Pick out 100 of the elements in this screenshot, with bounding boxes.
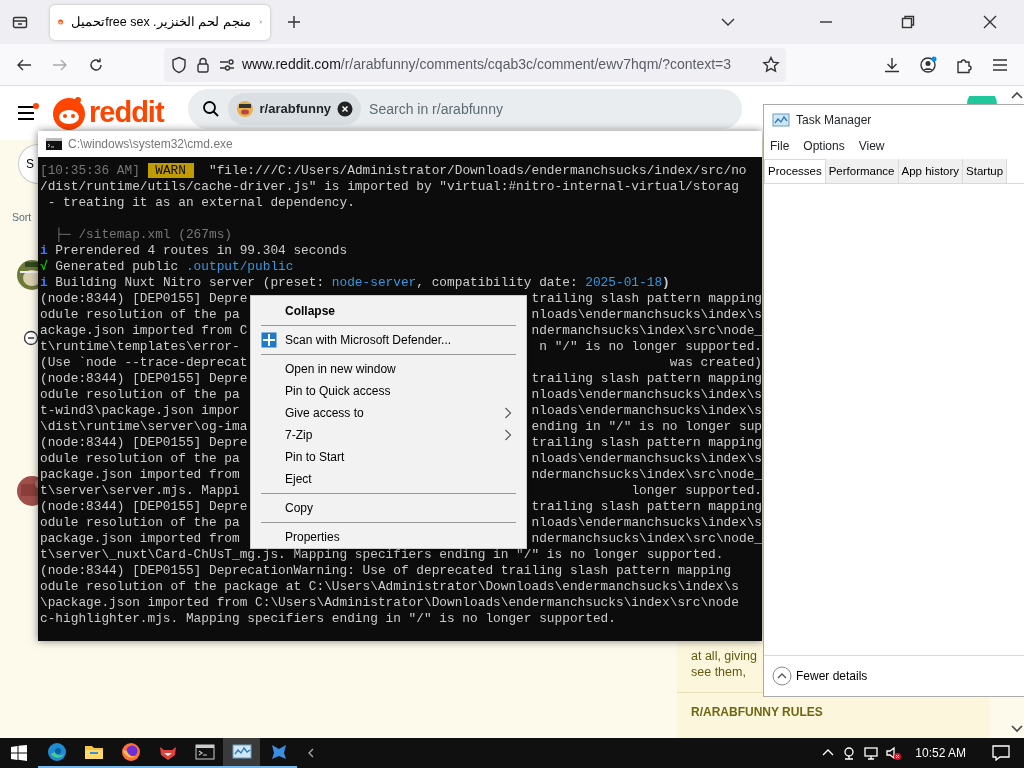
menu-item[interactable]: Eject	[253, 468, 524, 490]
menu-item[interactable]: Open in new window	[253, 358, 524, 380]
address-bar[interactable]: www.reddit.com/r/arabfunny/comments/cqab3c/comment/ewv7hqm/?context=3	[164, 47, 786, 82]
muted-speaker-icon[interactable]	[885, 745, 902, 761]
console-line: /dist/runtime/utils/cache-driver.js" is imported by "virtual:#nitro-internal-virtual/storag	[40, 179, 740, 195]
reload-icon[interactable]	[88, 56, 104, 73]
console-text: \dist\runtime\server\og-ima	[40, 419, 248, 435]
menu-item[interactable]: Scan with Microsoft Defender...	[253, 329, 524, 351]
console-line: \package.json imported from C:\Users\Administrator\Downloads\endermanchsucks\index\src\node	[40, 595, 740, 611]
console-text: t\runtime\templates\error-	[40, 339, 240, 355]
sidebar-text: at all, giving	[691, 648, 757, 664]
menu-item[interactable]: Copy	[253, 497, 524, 519]
account-icon[interactable]	[919, 55, 937, 74]
window-title: C:\windows\system32\cmd.exe	[68, 136, 233, 153]
console-text: longer supported.	[631, 483, 762, 499]
console-line: √ Generated public .output/public	[40, 259, 295, 275]
circle-button[interactable]: S	[18, 144, 38, 184]
search-placeholder: Search in r/arabfunny	[369, 99, 503, 119]
console-line: t\server\_nuxt\Card-ChUsT_mg.js. Mapping specifiers ending in "/" is no longer supported.	[40, 547, 725, 563]
network-icon[interactable]	[863, 745, 880, 761]
console-line: c-highlighter.mjs. Mapping specifiers ending in "/" is no longer supported.	[40, 611, 617, 627]
scroll-down-icon[interactable]	[1010, 724, 1024, 734]
sidebar-text: see them,	[691, 664, 746, 680]
menu-item[interactable]: Options	[803, 137, 845, 155]
menu-item[interactable]: Give access to	[253, 402, 524, 424]
console-text: odule resolution of the pa	[40, 307, 240, 323]
window-title: Task Manager	[796, 112, 872, 129]
search-icon	[201, 100, 220, 118]
collapse-icon[interactable]	[23, 329, 39, 346]
console-text: nloads\endermanchsucks\index\s	[531, 307, 762, 323]
subreddit-avatar-icon	[235, 100, 254, 118]
task-manager-icon	[231, 742, 252, 762]
rules-heading[interactable]: R/ARABFUNNY RULES	[691, 705, 823, 719]
chevron-right-icon	[504, 429, 512, 441]
console-line: (node:8344) [DEP0155] DeprecationWarning: Use of deprecated trailing slash pattern mapping	[40, 563, 733, 579]
browser-tab[interactable]: منجم لحم الخنزير. free sexتحميل	[50, 4, 270, 40]
console-text: ndermanchsucks\index\src\node_	[531, 531, 762, 547]
restore-icon[interactable]	[901, 15, 915, 29]
reddit-logo-icon[interactable]	[52, 95, 86, 131]
console-text: n "/" is no longer supported.	[539, 339, 762, 355]
console-text: nloads\endermanchsucks\index\s	[531, 451, 762, 467]
scroll-up-icon[interactable]	[1010, 90, 1024, 100]
download-icon[interactable]	[883, 55, 901, 74]
fewer-details-button[interactable]: Fewer details	[772, 666, 868, 686]
console-text: nloads\endermanchsucks\index\s	[531, 403, 762, 419]
new-tab-icon[interactable]	[287, 15, 301, 29]
menu-item[interactable]: View	[858, 137, 885, 155]
console-text: ndermanchsucks\index\src\node_	[531, 323, 762, 339]
notification-icon[interactable]	[992, 745, 1010, 761]
console-text: trailing slash pattern mapping	[531, 371, 762, 387]
menu-item[interactable]: Pin to Quick access	[253, 380, 524, 402]
taskbar-app[interactable]	[223, 738, 260, 768]
menu-item[interactable]: Pin to Start	[253, 446, 524, 468]
clock-text[interactable]: 10:52 AM	[907, 744, 974, 762]
menu-item[interactable]: Collapse	[253, 300, 524, 322]
menu-icon[interactable]	[17, 103, 39, 123]
console-line: - treating it as an external dependency.	[46, 195, 356, 211]
chevron-right-icon	[504, 407, 512, 419]
task-manager-icon	[772, 112, 790, 128]
console-line: ├─ /sitemap.xml (267ms)	[54, 227, 233, 243]
console-text: (node:8344) [DEP0155] Depre	[40, 499, 248, 515]
windows-start-icon[interactable]	[11, 745, 27, 761]
clear-icon[interactable]	[337, 101, 354, 117]
close-icon[interactable]	[983, 15, 997, 29]
subreddit-chip[interactable]: r/arabfunny	[227, 93, 362, 125]
chip-label: r/arabfunny	[259, 100, 332, 119]
tab[interactable]: Startup	[963, 159, 1008, 184]
warn-badge: WARN	[147, 163, 194, 178]
console-text: ackage.json imported from C	[40, 323, 248, 339]
menu-item[interactable]: 7-Zip	[253, 424, 524, 446]
console-text: odule resolution of the pa	[40, 451, 240, 467]
menu-item[interactable]: Properties	[253, 526, 524, 548]
console-text: [10:35:36 AM]	[40, 163, 140, 178]
console-text: (node:8344) [DEP0155] Depre	[40, 435, 248, 451]
console-line: i Building Nuxt Nitro server (preset: node-server, compatibility date: 2025-01-18)	[40, 275, 671, 291]
lock-icon[interactable]	[194, 55, 212, 74]
chevron-left-icon[interactable]	[307, 748, 315, 758]
tab[interactable]: Performance	[825, 159, 899, 184]
console-text: trailing slash pattern mapping	[531, 291, 762, 307]
console-text: trailing slash pattern mapping	[531, 499, 762, 515]
console-text: (node:8344) [DEP0155] Depre	[40, 291, 248, 307]
console-text: (node:8344) [DEP0155] Depre	[40, 371, 248, 387]
edge-icon	[46, 742, 67, 762]
console-text: t-wind3\package.json impor	[40, 403, 240, 419]
console-line: i Prerendered 4 routes in 99.304 seconds	[40, 243, 349, 259]
console-line: odule resolution of the package at C:\Users\Administrator\Downloads\endermanchsucks\index\s	[40, 579, 740, 595]
search-field[interactable]: r/arabfunny Search in r/arabfunny	[187, 89, 742, 129]
console-text: t\server\server.mjs. Mappi	[40, 483, 240, 499]
tab-list-icon[interactable]	[12, 14, 28, 30]
tab[interactable]: App history	[898, 159, 964, 184]
console-text: odule resolution of the pa	[40, 387, 240, 403]
menu-item[interactable]: File	[770, 137, 790, 155]
console-text: (Use `node --trace-deprecat	[40, 355, 248, 371]
console-text: "file:///C:/Users/Administrator/Downloads/endermanchsucks/index/src/no	[207, 163, 747, 178]
console-text: trailing slash pattern mapping	[531, 435, 762, 451]
sort-label[interactable]: Sort	[12, 210, 32, 226]
console-text: nloads\endermanchsucks\index\s	[531, 515, 762, 531]
console-text: was created)	[668, 355, 762, 371]
star-icon[interactable]	[762, 55, 780, 74]
tab[interactable]: Processes	[764, 159, 826, 184]
